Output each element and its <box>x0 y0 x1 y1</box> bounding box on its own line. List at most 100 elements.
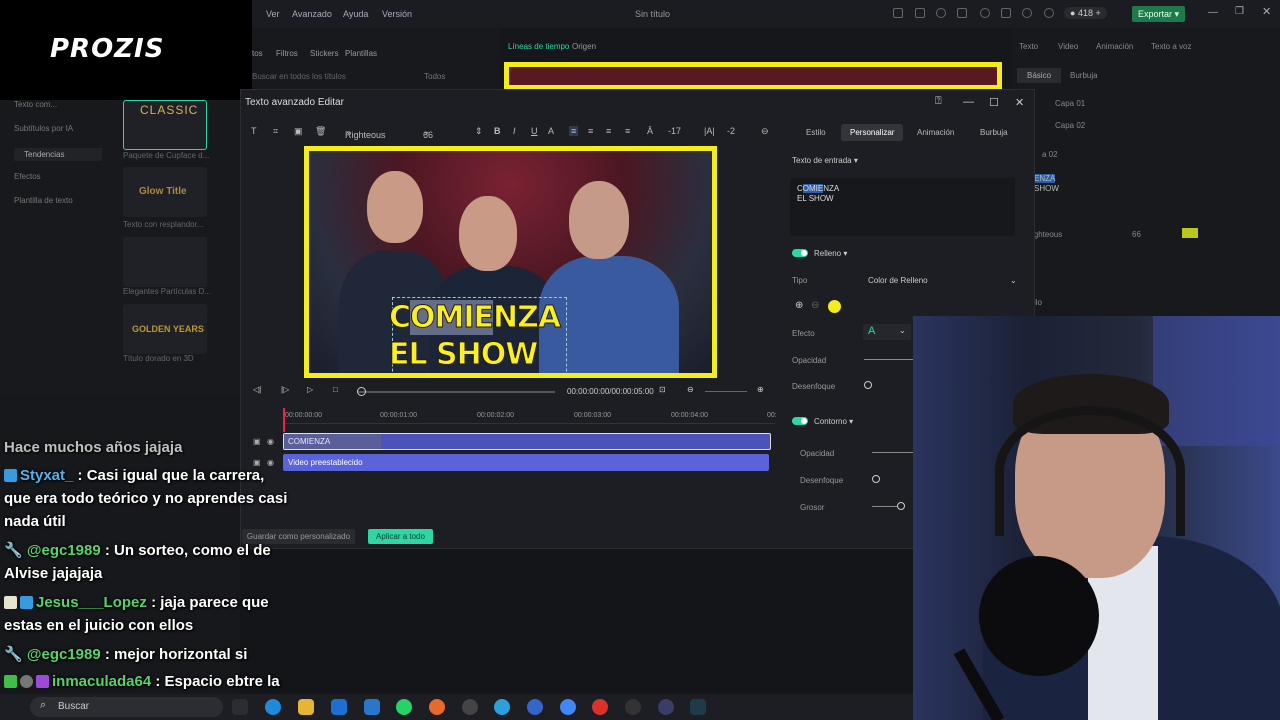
export-button[interactable]: Exportar ▾ <box>1132 6 1185 22</box>
category-texto[interactable]: Texto com... <box>14 100 57 109</box>
zoom-out-icon[interactable]: ⊖ <box>687 385 694 394</box>
opacity-slider[interactable] <box>864 359 914 360</box>
transform-icon[interactable]: ⌗ <box>273 126 278 137</box>
preview-line2[interactable]: EL SHOW <box>388 337 538 373</box>
mail-icon[interactable] <box>364 699 380 715</box>
video-track-clip[interactable]: Video preestablecido <box>283 454 769 471</box>
outline-blur-slider[interactable] <box>872 475 880 483</box>
preview-line1[interactable]: COMIENZA <box>388 300 561 336</box>
dialog-close[interactable]: ✕ <box>1015 96 1024 109</box>
fill-color-swatch[interactable] <box>828 300 841 313</box>
tab-animation[interactable]: Animación <box>917 128 954 137</box>
tab-bubble[interactable]: Burbuja <box>1070 71 1098 80</box>
bell-icon[interactable] <box>1022 8 1032 18</box>
menu-ayuda[interactable]: Ayuda <box>343 9 368 19</box>
edge-icon[interactable] <box>265 699 281 715</box>
outline-opacity-slider[interactable] <box>872 452 914 453</box>
dialog-minimize[interactable]: — <box>963 96 974 108</box>
gift-icon[interactable] <box>893 8 903 18</box>
effect-select[interactable]: A ⌄ <box>863 324 911 340</box>
text-tool-icon[interactable]: T <box>251 126 257 136</box>
type-select[interactable]: Color de Relleno ⌄ <box>868 276 1017 285</box>
credits-badge[interactable]: ● 418 + <box>1064 7 1107 19</box>
bold-button[interactable]: B <box>494 126 501 136</box>
menu-ver[interactable]: Ver <box>266 9 280 19</box>
cloud-icon[interactable] <box>915 8 925 18</box>
filmora-icon[interactable] <box>690 699 706 715</box>
tab-style[interactable]: Estilo <box>806 128 826 137</box>
char-spacing-icon[interactable]: Ā <box>647 126 653 136</box>
tab-bubble[interactable]: Burbuja <box>980 128 1008 137</box>
settings-icon[interactable] <box>980 8 990 18</box>
font-select[interactable]: ighteous <box>1032 230 1062 239</box>
tool-templates[interactable]: Plantillas <box>345 49 377 58</box>
underline-button[interactable]: U <box>531 126 538 136</box>
font-size-select[interactable]: 66 ⌄ <box>423 126 433 140</box>
whatsapp-icon[interactable] <box>396 699 412 715</box>
line-spacing-value[interactable]: -2 <box>727 126 735 136</box>
zoom-in-icon[interactable]: ⊕ <box>757 385 764 394</box>
remove-color-icon[interactable]: ⊖ <box>811 300 819 311</box>
layer-02[interactable]: Capa 02 <box>1055 121 1085 130</box>
text-size-icon[interactable]: ⇕ <box>475 126 483 137</box>
progress-handle[interactable] <box>357 387 366 396</box>
add-color-icon[interactable]: ⊕ <box>795 300 803 311</box>
tab-text[interactable]: Texto <box>1019 42 1038 51</box>
size-select[interactable]: 66 <box>1132 230 1141 239</box>
color-swatch[interactable] <box>1182 228 1198 238</box>
app-icon[interactable] <box>592 699 608 715</box>
font-family-select[interactable]: Righteous ⌄ <box>345 126 386 140</box>
text-input[interactable]: COMIENZA EL SHOW <box>790 178 1015 236</box>
chrome-icon[interactable] <box>560 699 576 715</box>
close-icon[interactable]: ✕ <box>1262 5 1271 18</box>
app-icon[interactable] <box>527 699 543 715</box>
blur-slider[interactable] <box>864 381 872 389</box>
explorer-icon[interactable] <box>298 699 314 715</box>
align-right-button[interactable]: ≡ <box>606 126 611 136</box>
dialog-maximize[interactable]: ☐ <box>989 96 999 109</box>
minimize-icon[interactable]: — <box>1208 7 1218 18</box>
tab-tts[interactable]: Texto a voz <box>1151 42 1191 51</box>
obs-icon[interactable] <box>462 699 478 715</box>
zoom-icon[interactable]: ⊖ <box>761 126 769 137</box>
template-golden[interactable]: GOLDEN YEARS <box>123 304 207 354</box>
text-track-clip[interactable]: COMIENZA <box>283 433 771 450</box>
zoom-slider[interactable] <box>705 391 747 392</box>
firefox-icon[interactable] <box>429 699 445 715</box>
image-icon[interactable]: ▣ <box>294 126 303 137</box>
layer-01[interactable]: Capa 01 <box>1055 99 1085 108</box>
tab-video[interactable]: Video <box>1058 42 1078 51</box>
progress-track[interactable] <box>357 391 555 393</box>
menu-version[interactable]: Versión <box>382 9 412 19</box>
outlook-icon[interactable] <box>331 699 347 715</box>
template-classic[interactable]: CLASSIC <box>123 100 207 150</box>
fill-toggle[interactable] <box>792 249 808 257</box>
apply-all-button[interactable]: Aplicar a todo <box>368 529 433 544</box>
playhead[interactable] <box>283 408 285 432</box>
stop-icon[interactable]: □ <box>333 385 338 394</box>
menu-avanzado[interactable]: Avanzado <box>292 9 332 19</box>
image-icon[interactable] <box>957 8 967 18</box>
prev-frame-icon[interactable]: ◁| <box>253 385 261 394</box>
tab-basic[interactable]: Básico <box>1017 68 1062 83</box>
italic-button[interactable]: I <box>513 126 516 136</box>
input-text-label[interactable]: Texto de entrada ▾ <box>792 156 858 165</box>
char-spacing-value[interactable]: -17 <box>668 126 681 136</box>
delete-icon[interactable]: 🗑 <box>315 126 326 137</box>
align-left-button[interactable]: ≡ <box>569 126 579 136</box>
app-icon[interactable] <box>625 699 641 715</box>
align-center-button[interactable]: ≡ <box>588 126 593 136</box>
case-button[interactable]: A <box>548 126 554 136</box>
tab-timeline[interactable]: Líneas de tiempo <box>508 42 569 51</box>
fit-icon[interactable]: ⊡ <box>659 385 666 394</box>
play-icon[interactable]: ▷ <box>307 385 313 394</box>
line-spacing-icon[interactable]: |A| <box>704 126 715 136</box>
tab-animation[interactable]: Animación <box>1096 42 1133 51</box>
filter-dropdown[interactable]: Todos <box>424 72 445 81</box>
category-template[interactable]: Plantilla de texto <box>14 196 73 205</box>
task-view-icon[interactable] <box>232 699 248 715</box>
category-trends[interactable]: Tendencias <box>14 148 102 161</box>
outline-section[interactable]: Contorno ▾ <box>814 417 853 426</box>
template-glow[interactable]: Glow Title <box>123 167 207 217</box>
upload-icon[interactable] <box>1001 8 1011 18</box>
